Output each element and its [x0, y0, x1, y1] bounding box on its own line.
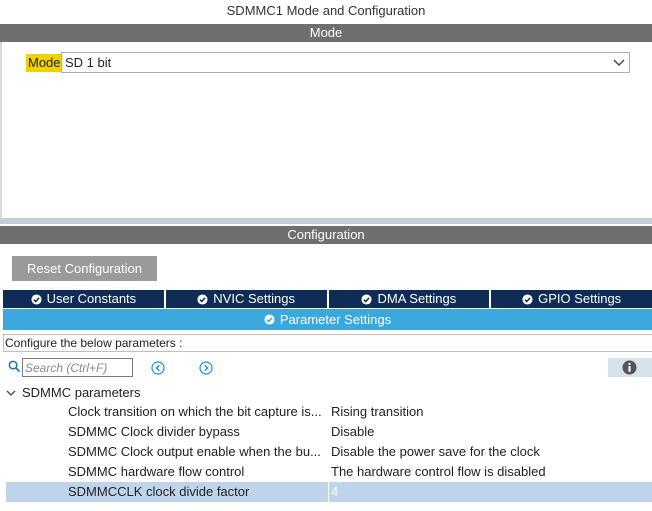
tab-label: User Constants [46, 291, 137, 306]
tab-label: NVIC Settings [213, 291, 295, 306]
configuration-section-header: Configuration [0, 226, 652, 244]
mode-dropdown-value: SD 1 bit [65, 55, 112, 70]
tab-dma-settings[interactable]: DMA Settings [328, 290, 492, 308]
parameter-row[interactable]: SDMMC Clock divider bypass Disable [6, 422, 652, 442]
parameter-value: The hardware control flow is disabled [331, 464, 546, 479]
tab-label: DMA Settings [377, 291, 457, 306]
mode-label: Mode [26, 54, 63, 72]
parameter-group-label: SDMMC parameters [22, 385, 141, 400]
parameter-value: Rising transition [331, 404, 424, 419]
check-circle-icon [361, 293, 373, 305]
mode-dropdown[interactable]: SD 1 bit [61, 52, 630, 73]
search-next-icon[interactable] [199, 361, 213, 375]
chevron-down-icon [613, 59, 625, 66]
parameter-row[interactable]: Clock transition on which the bit captur… [6, 402, 652, 422]
check-circle-icon [264, 314, 275, 325]
parameter-value: Disable [331, 424, 375, 439]
panel-splitter[interactable] [0, 218, 652, 224]
parameter-row[interactable]: SDMMC hardware flow control The hardware… [6, 462, 652, 482]
parameter-row-selected[interactable]: SDMMCCLK clock divide factor 4 [6, 482, 652, 502]
mode-section-header: Mode [0, 24, 652, 42]
chevron-down-icon [6, 390, 16, 396]
check-circle-icon [197, 293, 208, 305]
panel-left-border [0, 42, 2, 222]
parameter-value[interactable]: 4 [331, 482, 338, 502]
settings-tabs: User Constants NVIC Settings DMA Setting… [3, 290, 652, 308]
search-input[interactable] [22, 358, 133, 377]
tab-user-constants[interactable]: User Constants [3, 290, 166, 308]
check-circle-icon [522, 293, 533, 305]
tab-gpio-settings[interactable]: GPIO Settings [491, 290, 652, 308]
tab-parameter-settings[interactable]: Parameter Settings [3, 309, 652, 330]
tab-label: Parameter Settings [279, 312, 392, 327]
parameter-name: SDMMC hardware flow control [68, 464, 245, 479]
reset-configuration-button[interactable]: Reset Configuration [12, 256, 157, 281]
info-icon [622, 360, 637, 375]
tab-nvic-settings[interactable]: NVIC Settings [165, 290, 329, 308]
check-circle-icon [31, 293, 42, 305]
window-title: SDMMC1 Mode and Configuration [226, 3, 426, 18]
info-button[interactable] [608, 358, 652, 377]
configure-instructions: Configure the below parameters : [3, 334, 652, 352]
parameter-name: SDMMCCLK clock divide factor [68, 484, 250, 499]
search-icon [8, 360, 21, 373]
parameter-value: Disable the power save for the clock [331, 444, 540, 459]
parameter-group-toggle[interactable]: SDMMC parameters [6, 385, 140, 401]
parameter-name: SDMMC Clock divider bypass [68, 424, 240, 439]
parameter-name: SDMMC Clock output enable when the bu... [68, 444, 321, 459]
tab-label: GPIO Settings [538, 291, 622, 306]
search-previous-icon[interactable] [151, 361, 165, 375]
parameter-name: Clock transition on which the bit captur… [68, 404, 322, 419]
parameter-row[interactable]: SDMMC Clock output enable when the bu...… [6, 442, 652, 462]
column-divider [328, 482, 329, 502]
